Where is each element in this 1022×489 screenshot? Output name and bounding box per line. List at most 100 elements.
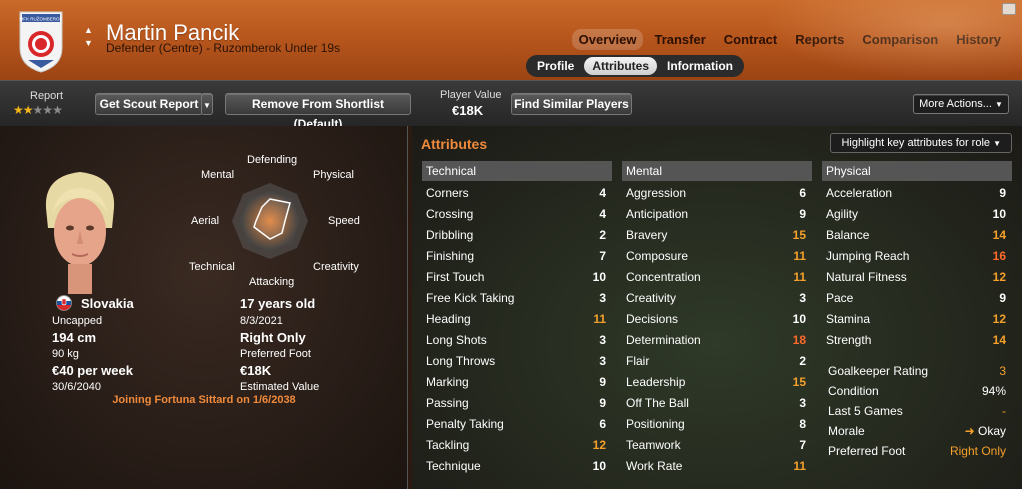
contract-end: 30/6/2040 xyxy=(52,381,101,393)
tab-history[interactable]: History xyxy=(949,29,1008,50)
attribute-value: 14 xyxy=(992,227,1006,242)
attribute-row-natural-fitness[interactable]: Natural Fitness 12 xyxy=(822,266,1012,287)
attribute-row-first-touch[interactable]: First Touch 10 xyxy=(422,266,612,287)
player-value-label: Player Value xyxy=(440,89,502,101)
chevron-down-icon: ▼ xyxy=(993,139,1001,148)
attribute-row-tackling[interactable]: Tackling 12 xyxy=(422,434,612,455)
attribute-radar xyxy=(232,183,308,259)
get-scout-report-button[interactable]: Get Scout Report xyxy=(95,93,203,115)
attribute-value: 12 xyxy=(992,311,1006,326)
attribute-name: Jumping Reach xyxy=(826,248,910,263)
attribute-row-free-kick-taking[interactable]: Free Kick Taking 3 xyxy=(422,287,612,308)
tab-comparison[interactable]: Comparison xyxy=(855,29,945,50)
subtab-information[interactable]: Information xyxy=(659,57,741,75)
attribute-name: Technique xyxy=(426,458,481,473)
club-crest-icon: MFK RUŽOMBEROK xyxy=(19,11,63,73)
prev-player-icon[interactable]: ▲ xyxy=(84,24,93,37)
attribute-row-dribbling[interactable]: Dribbling 2 xyxy=(422,224,612,245)
attribute-name: Agility xyxy=(826,206,859,221)
subtab-profile[interactable]: Profile xyxy=(529,57,582,75)
attribute-row-agility[interactable]: Agility 10 xyxy=(822,203,1012,224)
star-icon: ★ xyxy=(13,103,24,117)
summary-row-last-5-games: Last 5 Games - xyxy=(822,401,1012,421)
attribute-name: Composure xyxy=(626,248,689,263)
player-nav-arrows[interactable]: ▲ ▼ xyxy=(84,24,93,50)
preferred-foot-label: Preferred Foot xyxy=(240,348,311,360)
star-icon: ★ xyxy=(22,103,34,117)
attribute-row-technique[interactable]: Technique 10 xyxy=(422,455,612,476)
attribute-name: Finishing xyxy=(426,248,475,263)
attribute-row-stamina[interactable]: Stamina 12 xyxy=(822,308,1012,329)
attribute-row-crossing[interactable]: Crossing 4 xyxy=(422,203,612,224)
attribute-value: 15 xyxy=(792,227,806,242)
remove-shortlist-button[interactable]: Remove From Shortlist (Default) xyxy=(225,93,411,131)
radar-label-defending: Defending xyxy=(247,154,298,166)
player-position-club: Defender (Centre) - Ruzomberok Under 19s xyxy=(106,41,341,55)
physical-header: Physical xyxy=(822,161,1012,181)
highlight-role-dropdown[interactable]: Highlight key attributes for role ▼ xyxy=(830,133,1012,153)
attribute-name: Balance xyxy=(826,227,870,242)
tab-reports[interactable]: Reports xyxy=(788,29,851,50)
next-player-icon[interactable]: ▼ xyxy=(84,37,93,50)
window-restore-button[interactable] xyxy=(1002,3,1016,15)
attribute-value: 9 xyxy=(599,374,606,389)
attribute-row-determination[interactable]: Determination 18 xyxy=(622,329,812,350)
tab-overview[interactable]: Overview xyxy=(571,29,644,50)
attribute-row-composure[interactable]: Composure 11 xyxy=(622,245,812,266)
attribute-row-teamwork[interactable]: Teamwork 7 xyxy=(622,434,812,455)
star-icon: ★ xyxy=(52,103,63,117)
transfer-notice[interactable]: Joining Fortuna Sittard on 1/6/2038 xyxy=(0,394,408,406)
attribute-row-passing[interactable]: Passing 9 xyxy=(422,392,612,413)
scout-report-dropdown-button[interactable]: ▼ xyxy=(201,93,213,115)
attribute-row-positioning[interactable]: Positioning 8 xyxy=(622,413,812,434)
slovakia-flag-icon xyxy=(56,295,72,311)
attribute-row-decisions[interactable]: Decisions 10 xyxy=(622,308,812,329)
attribute-row-finishing[interactable]: Finishing 7 xyxy=(422,245,612,266)
tab-contract[interactable]: Contract xyxy=(717,29,784,50)
player-value: €18K xyxy=(452,103,484,118)
attribute-row-strength[interactable]: Strength 14 xyxy=(822,329,1012,350)
attribute-row-acceleration[interactable]: Acceleration 9 xyxy=(822,182,1012,203)
attribute-row-long-throws[interactable]: Long Throws 3 xyxy=(422,350,612,371)
attribute-row-corners[interactable]: Corners 4 xyxy=(422,182,612,203)
summary-value: 94% xyxy=(981,384,1006,398)
find-similar-button[interactable]: Find Similar Players xyxy=(511,93,632,115)
attribute-row-pace[interactable]: Pace 9 xyxy=(822,287,1012,308)
preferred-foot: Right Only xyxy=(240,330,306,345)
attribute-row-bravery[interactable]: Bravery 15 xyxy=(622,224,812,245)
attribute-row-anticipation[interactable]: Anticipation 9 xyxy=(622,203,812,224)
attribute-row-off-the-ball[interactable]: Off The Ball 3 xyxy=(622,392,812,413)
attribute-row-work-rate[interactable]: Work Rate 11 xyxy=(622,455,812,476)
star-icon: ★ xyxy=(32,103,44,117)
attribute-row-marking[interactable]: Marking 9 xyxy=(422,371,612,392)
attribute-row-balance[interactable]: Balance 14 xyxy=(822,224,1012,245)
attribute-value: 11 xyxy=(593,311,606,326)
attribute-value: 7 xyxy=(799,437,806,452)
attribute-row-creativity[interactable]: Creativity 3 xyxy=(622,287,812,308)
attribute-value: 7 xyxy=(599,248,606,263)
date-of-birth: 8/3/2021 xyxy=(240,315,283,327)
attributes-title: Attributes xyxy=(421,136,488,152)
attribute-row-heading[interactable]: Heading 11 xyxy=(422,308,612,329)
tab-transfer[interactable]: Transfer xyxy=(647,29,712,50)
attribute-row-penalty-taking[interactable]: Penalty Taking 6 xyxy=(422,413,612,434)
attribute-value: 3 xyxy=(799,395,806,410)
attribute-name: Teamwork xyxy=(626,437,681,452)
attribute-value: 9 xyxy=(999,185,1006,200)
attribute-value: 16 xyxy=(992,248,1006,263)
attribute-name: Flair xyxy=(626,353,650,368)
attribute-name: First Touch xyxy=(426,269,485,284)
more-actions-button[interactable]: More Actions... ▼ xyxy=(913,94,1009,114)
attribute-row-flair[interactable]: Flair 2 xyxy=(622,350,812,371)
subtab-attributes[interactable]: Attributes xyxy=(584,57,658,75)
attribute-value: 11 xyxy=(793,458,806,473)
attribute-row-jumping-reach[interactable]: Jumping Reach 16 xyxy=(822,245,1012,266)
attribute-row-concentration[interactable]: Concentration 11 xyxy=(622,266,812,287)
attribute-name: Work Rate xyxy=(626,458,683,473)
summary-row-preferred-foot: Preferred Foot Right Only xyxy=(822,441,1012,461)
attribute-name: Acceleration xyxy=(826,185,893,200)
attribute-row-leadership[interactable]: Leadership 15 xyxy=(622,371,812,392)
nationality[interactable]: Slovakia xyxy=(81,296,134,311)
attribute-row-long-shots[interactable]: Long Shots 3 xyxy=(422,329,612,350)
attribute-row-aggression[interactable]: Aggression 6 xyxy=(622,182,812,203)
